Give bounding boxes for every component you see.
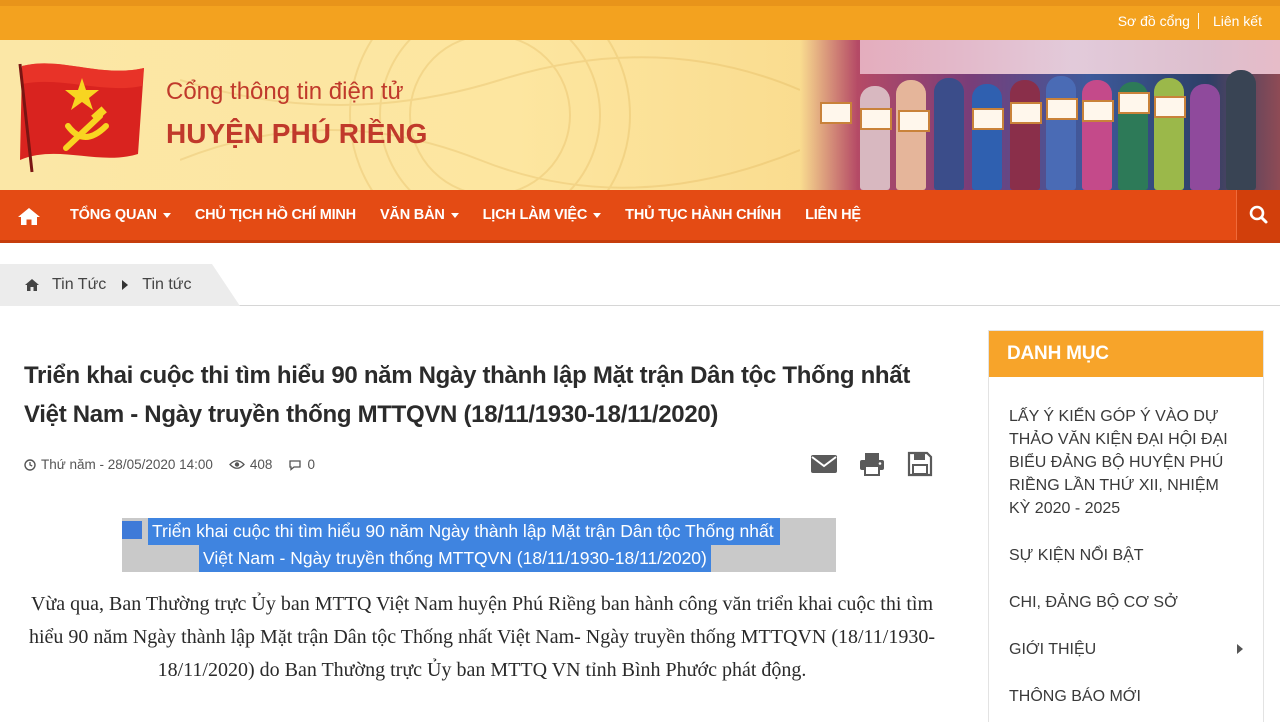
nav-item-label: TỔNG QUAN — [70, 207, 157, 223]
sidebar-item-label: THÔNG BÁO MỚI — [1009, 688, 1141, 705]
photo-certificate — [1118, 92, 1150, 114]
site-subtitle: Cổng thông tin điện tử — [166, 78, 404, 105]
nav-item-label: LIÊN HỆ — [805, 207, 861, 223]
photo-certificate — [1046, 98, 1078, 120]
links-link[interactable]: Liên kết — [1213, 13, 1262, 29]
top-links-divider — [1197, 13, 1199, 29]
nav-item-lich-lam-viec[interactable]: LỊCH LÀM VIỆC — [483, 207, 602, 223]
sitemap-link[interactable]: Sơ đồ cổng — [1118, 13, 1190, 29]
article-tools — [810, 451, 934, 477]
home-icon[interactable] — [24, 278, 40, 292]
sidebar-item-gioi-thieu[interactable]: GIỚI THIỆU — [1009, 638, 1243, 661]
image-placeholder-icon — [122, 521, 142, 539]
party-flag-logo[interactable] — [10, 56, 150, 174]
sidebar-item-label: SỰ KIỆN NỔI BẬT — [1009, 547, 1144, 564]
article-body: Vừa qua, Ban Thường trực Ủy ban MTTQ Việ… — [28, 593, 936, 681]
header-photo — [800, 40, 1280, 190]
nav-item-van-ban[interactable]: VĂN BẢN — [380, 207, 459, 223]
photo-certificate — [972, 108, 1004, 130]
article-comments: 0 — [307, 457, 315, 472]
sidebar-item-label: GIỚI THIỆU — [1009, 641, 1097, 658]
photo-certificate — [820, 102, 852, 124]
top-bar: Sơ đồ cổng Liên kết — [0, 0, 1280, 40]
nav-menu: TỔNG QUAN CHỦ TỊCH HỒ CHÍ MINH VĂN BẢN L… — [70, 190, 885, 240]
sidebar-item-chi-dang-bo[interactable]: CHI, ĐẢNG BỘ CƠ SỞ — [1009, 591, 1243, 614]
save-icon[interactable] — [906, 451, 934, 477]
sidebar-item-thong-bao-moi[interactable]: THÔNG BÁO MỚI — [1009, 685, 1243, 708]
site-title[interactable]: HUYỆN PHÚ RIỀNG — [166, 118, 427, 150]
photo-person — [896, 80, 926, 190]
photo-person — [934, 78, 964, 190]
nav-item-label: LỊCH LÀM VIỆC — [482, 207, 588, 223]
nav-item-tong-quan[interactable]: TỔNG QUAN — [70, 207, 171, 223]
header-pattern — [180, 40, 800, 190]
nav-item-chu-tich-ho-chi-minh[interactable]: CHỦ TỊCH HỒ CHÍ MINH — [195, 207, 356, 223]
highlight-line: Triển khai cuộc thi tìm hiểu 90 năm Ngày… — [148, 518, 780, 545]
print-icon[interactable] — [858, 451, 886, 477]
nav-item-label: THỦ TỤC HÀNH CHÍNH — [625, 207, 782, 223]
article-meta: Thứ năm - 28/05/2020 14:00 408 0 — [24, 457, 315, 472]
nav-item-label: CHỦ TỊCH HỒ CHÍ MINH — [194, 207, 356, 223]
chevron-right-icon — [122, 280, 129, 290]
email-icon[interactable] — [810, 451, 838, 477]
photo-certificate — [1154, 96, 1186, 118]
sidebar-categories: DANH MỤC LẤY Ý KIẾN GÓP Ý VÀO DỰ THẢO VĂ… — [988, 330, 1264, 722]
photo-person — [1046, 76, 1076, 190]
photo-certificate — [1082, 100, 1114, 122]
highlight-line: Việt Nam - Ngày truyền thống MTTQVN (18/… — [199, 545, 711, 572]
sidebar-list: LẤY Ý KIẾN GÓP Ý VÀO DỰ THẢO VĂN KIỆN ĐẠ… — [989, 377, 1263, 708]
photo-certificate — [898, 110, 930, 132]
sidebar-item-lay-y-kien[interactable]: LẤY Ý KIẾN GÓP Ý VÀO DỰ THẢO VĂN KIỆN ĐẠ… — [1009, 405, 1243, 520]
chevron-right-icon — [1237, 644, 1243, 654]
breadcrumb-item[interactable]: Tin tức — [142, 276, 191, 294]
photo-person — [1154, 78, 1184, 190]
chevron-down-icon — [593, 212, 602, 218]
main-nav: TỔNG QUAN CHỦ TỊCH HỒ CHÍ MINH VĂN BẢN L… — [0, 190, 1280, 243]
chevron-down-icon — [450, 212, 459, 218]
chevron-down-icon — [162, 212, 171, 218]
breadcrumb: Tin Tức Tin tức — [0, 264, 240, 306]
article-title: Triển khai cuộc thi tìm hiểu 90 năm Ngày… — [24, 362, 911, 428]
photo-person — [1082, 80, 1112, 190]
nav-item-label: VĂN BẢN — [379, 207, 445, 223]
nav-item-lien-he[interactable]: LIÊN HỆ — [805, 207, 861, 223]
clock-icon — [24, 458, 36, 471]
search-button[interactable] — [1236, 190, 1280, 240]
photo-person — [1190, 84, 1220, 190]
sidebar-item-su-kien-noi-bat[interactable]: SỰ KIỆN NỔI BẬT — [1009, 544, 1243, 567]
article-date: Thứ năm - 28/05/2020 14:00 — [41, 457, 213, 472]
eye-icon — [229, 460, 245, 469]
photo-person — [1010, 80, 1040, 190]
sidebar-item-label: LẤY Ý KIẾN GÓP Ý VÀO DỰ THẢO VĂN KIỆN ĐẠ… — [1009, 408, 1228, 517]
photo-certificate — [1010, 102, 1042, 124]
photo-certificate — [860, 108, 892, 130]
breadcrumb-bar: Tin Tức Tin tức — [0, 246, 1280, 306]
article-views: 408 — [249, 457, 273, 472]
sidebar-heading: DANH MỤC — [989, 331, 1263, 377]
photo-banner — [860, 40, 1280, 74]
site-header: Cổng thông tin điện tử HUYỆN PHÚ RIỀNG — [0, 40, 1280, 190]
top-links: Sơ đồ cổng Liên kết — [1118, 13, 1262, 29]
nav-item-thu-tuc-hanh-chinh[interactable]: THỦ TỤC HÀNH CHÍNH — [625, 207, 781, 223]
photo-person — [860, 86, 890, 190]
sidebar-item-label: CHI, ĐẢNG BỘ CƠ SỞ — [1009, 594, 1178, 611]
search-icon — [1249, 205, 1268, 224]
photo-person — [972, 84, 1002, 190]
breadcrumb-item[interactable]: Tin Tức — [52, 276, 106, 294]
home-icon[interactable] — [14, 205, 44, 227]
photo-person — [1226, 70, 1256, 190]
comment-icon — [289, 459, 302, 471]
